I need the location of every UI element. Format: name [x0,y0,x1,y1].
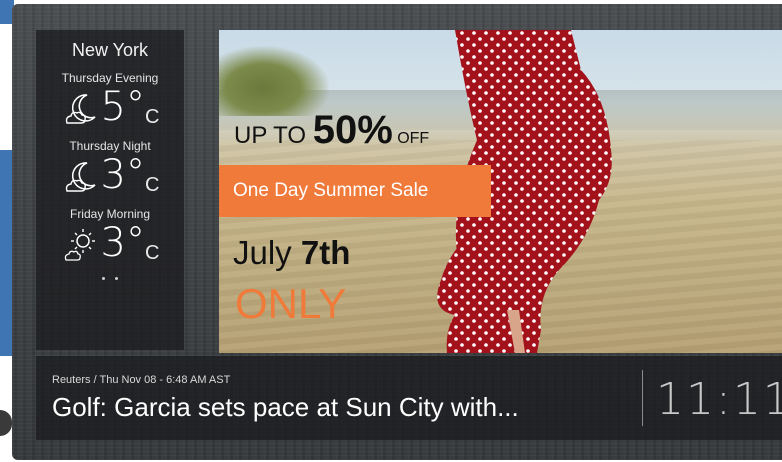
temp-unit: C [145,174,160,196]
forecast-slot: Thursday Evening 5 ° C [36,71,184,129]
news-headline[interactable]: Golf: Garcia sets pace at Sun City with.… [52,392,519,423]
ad-banner[interactable]: UP TO 50% OFF One Day Summer Sale July 7… [219,30,782,353]
forecast-temp: 3 [100,220,126,266]
ad-discount-percent: 50% [312,108,393,152]
forecast-label: Thursday Night [69,139,151,153]
ad-date-month: July [233,234,301,271]
weather-panel: New York Thursday Evening 5 ° C Thursday… [36,30,184,350]
degree-symbol: ° [126,151,145,195]
news-ticker[interactable]: Reuters / Thu Nov 08 - 6:48 AM AST Golf:… [36,356,782,440]
pagination-dot[interactable] [102,277,105,280]
signage-display: New York Thursday Evening 5 ° C Thursday… [12,4,782,460]
degree-symbol: ° [126,83,145,127]
forecast-slot: Thursday Night 3 ° C [36,139,184,197]
ad-date: July 7th [233,234,350,272]
sun-cloud-icon [64,229,95,261]
moon-cloud-icon [65,94,96,124]
forecast-temp-row: 3 ° C [36,151,184,198]
moon-cloud-icon [65,162,96,192]
ad-only-label: ONLY [235,280,347,327]
temp-unit: C [145,242,160,264]
clock-time: 11:11 [656,374,782,425]
ticker-divider [642,370,643,426]
degree-symbol: ° [126,219,145,263]
forecast-label: Friday Morning [69,207,151,221]
forecast-temp-row: 3 ° C [36,219,184,266]
news-source-timestamp: Reuters / Thu Nov 08 - 6:48 AM AST [52,374,231,386]
forecast-label: Thursday Evening [61,71,159,85]
forecast-temp: 5 [100,84,126,130]
ad-date-day: 7th [300,234,351,271]
carousel-handle[interactable] [0,410,12,436]
weather-city: New York [71,40,149,60]
ad-discount-suffix: OFF [392,130,430,147]
temp-unit: C [145,106,160,128]
pagination-dot[interactable] [115,277,118,280]
forecast-temp-row: 5 ° C [36,83,184,130]
pagination-dots [36,277,184,280]
ad-sale-banner: One Day Summer Sale [219,165,491,217]
forecast-temp: 3 [100,152,126,198]
ad-discount-prefix: UP TO [234,122,313,149]
ad-discount-headline: UP TO 50% OFF [234,108,429,153]
forecast-slot: Friday Morning 3 ° C [36,207,184,265]
